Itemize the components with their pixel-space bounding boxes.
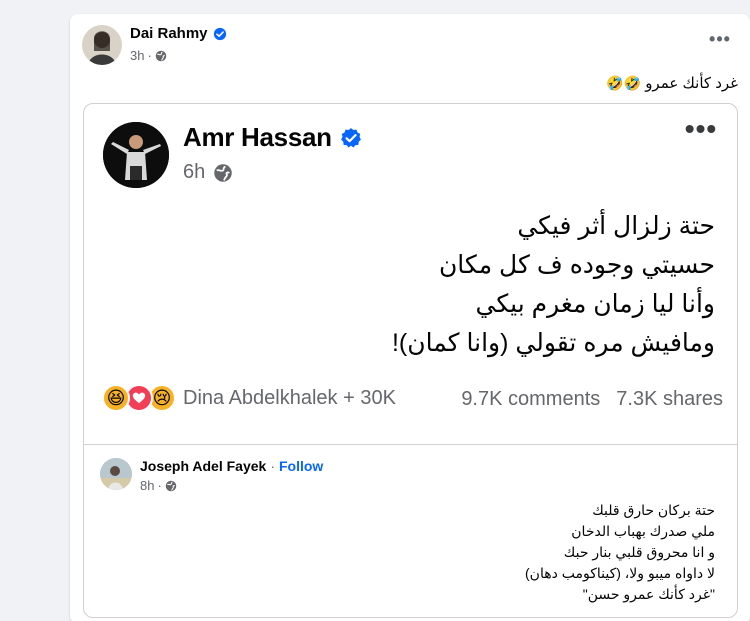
author-avatar[interactable] — [82, 25, 122, 65]
poem-line: ومافيش مره تقولي (وانا كمان)! — [391, 329, 715, 357]
haha-reaction-icon: 😆 — [102, 384, 130, 412]
shared-more-options-button[interactable]: ••• — [683, 115, 719, 146]
comment-line: حتة بركان حارق قلبك — [592, 502, 715, 518]
comment-line: ملي صدرك بهباب الدخان — [571, 523, 715, 539]
engagement-counts: 9.7K comments 7.3K shares — [461, 388, 723, 411]
poem-line: وأنا ليا زمان مغرم بيكي — [475, 290, 715, 318]
author-name[interactable]: Dai Rahmy — [130, 25, 208, 42]
laughing-emoji-icon: 🤣🤣 — [606, 76, 642, 92]
comment-line: و انا محروق قلبي بنار حبك — [563, 544, 715, 560]
verified-badge-icon — [340, 127, 361, 147]
reactions-summary[interactable]: 😆 😢 Dina Abdelkhalek + 30K — [102, 384, 396, 412]
post-caption: غرد كأنك عمرو 🤣🤣 — [606, 74, 738, 92]
globe-icon — [165, 480, 177, 491]
post-time[interactable]: 3h — [130, 48, 144, 63]
meta-separator: · — [157, 478, 162, 493]
commenter-row: Joseph Adel Fayek · Follow — [140, 458, 323, 474]
commenter-name[interactable]: Joseph Adel Fayek — [140, 458, 266, 474]
globe-icon — [214, 163, 232, 182]
follow-button[interactable]: Follow — [279, 458, 323, 474]
shared-author-name[interactable]: Amr Hassan — [183, 122, 332, 153]
shared-author-name-row: Amr Hassan — [183, 122, 362, 153]
reactions-text[interactable]: Dina Abdelkhalek + 30K — [183, 387, 396, 410]
verified-badge-icon — [213, 27, 226, 40]
shared-post[interactable]: Amr Hassan 6h ••• حتة زلزال أثر فيكي حسي… — [83, 103, 738, 618]
globe-icon — [155, 50, 167, 61]
poem-line: حتة زلزال أثر فيكي — [517, 212, 715, 240]
divider — [84, 444, 737, 445]
shared-post-text: حتة زلزال أثر فيكي حسيتي وجوده ف كل مكان… — [392, 207, 715, 363]
shared-author-avatar[interactable] — [103, 122, 169, 188]
more-options-button[interactable]: ••• — [706, 30, 734, 52]
comment-line: لا داواه ميبو ولا، (كيناكومب دهان) — [525, 565, 715, 581]
shared-post-time[interactable]: 6h — [183, 161, 205, 184]
comment-time[interactable]: 8h — [140, 478, 154, 493]
comment-meta: 8h · — [140, 478, 177, 493]
shares-count[interactable]: 7.3K shares — [616, 388, 723, 411]
meta-separator: · — [147, 48, 152, 63]
caption-text: غرد كأنك عمرو — [645, 75, 738, 92]
post-meta: 3h · — [130, 48, 167, 63]
shared-post-meta: 6h — [183, 161, 233, 184]
poem-line: حسيتي وجوده ف كل مكان — [438, 251, 715, 279]
author-name-row: Dai Rahmy — [130, 25, 227, 42]
post-card: Dai Rahmy 3h · ••• غرد كأنك عمرو 🤣🤣 Amr … — [70, 14, 750, 621]
name-separator: · — [270, 458, 275, 474]
comment-text: حتة بركان حارق قلبك ملي صدرك بهباب الدخا… — [525, 500, 715, 605]
comments-count[interactable]: 9.7K comments — [461, 388, 600, 411]
comment-line: "غرد كأنك عمرو حسن" — [582, 586, 715, 602]
commenter-avatar[interactable] — [100, 458, 132, 490]
